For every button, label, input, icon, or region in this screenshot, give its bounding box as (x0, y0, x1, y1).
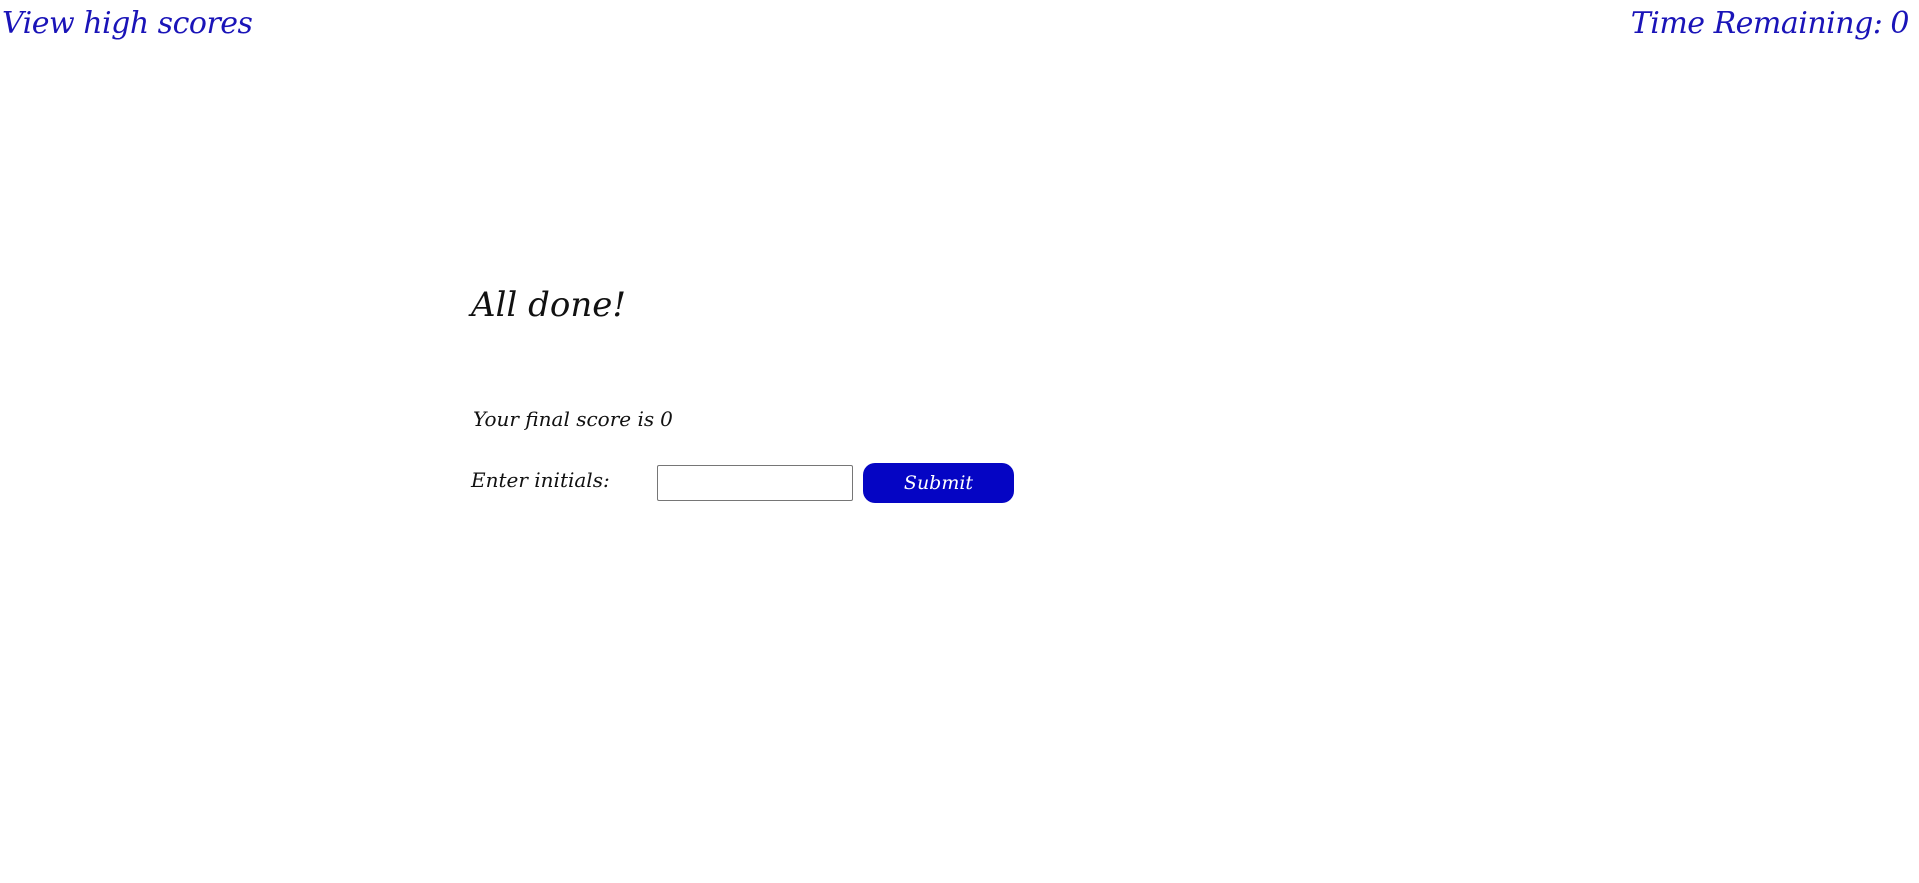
view-high-scores-link[interactable]: View high scores (2, 6, 253, 41)
final-score-text: Your final score is 0 (473, 407, 673, 431)
final-score-value: 0 (660, 407, 673, 431)
timer-label: Time Remaining: (1630, 6, 1883, 41)
timer-value: 0 (1890, 6, 1909, 41)
page-title: All done! (471, 285, 627, 325)
timer: Time Remaining: 0 (1630, 6, 1910, 41)
final-score-label: Your final score is (473, 407, 655, 431)
initials-form: Enter initials: Submit (471, 463, 1014, 503)
submit-button[interactable]: Submit (863, 463, 1014, 503)
initials-label: Enter initials: (471, 468, 610, 492)
initials-input[interactable] (657, 465, 853, 501)
quiz-complete-panel: All done! Your final score is 0 Enter ini… (471, 285, 1071, 503)
